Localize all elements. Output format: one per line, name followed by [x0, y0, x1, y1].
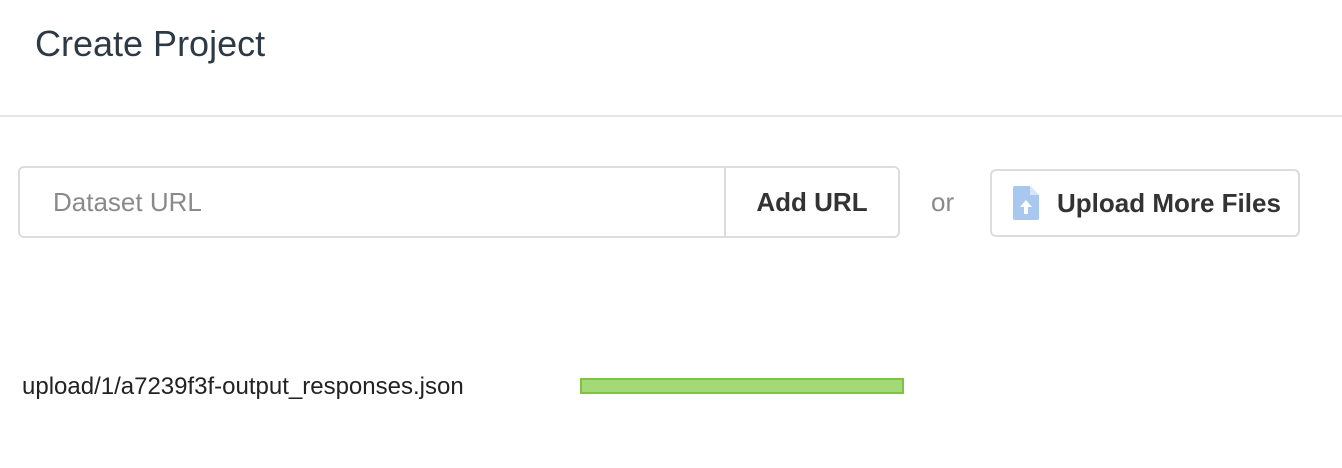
or-separator: or — [931, 187, 955, 217]
dataset-url-input[interactable] — [20, 168, 724, 236]
page-title: Create Project — [35, 23, 266, 64]
page-header: Create Project — [0, 0, 1342, 117]
upload-more-files-label: Upload More Files — [1057, 187, 1281, 218]
file-row: upload/1/a7239f3f-output_responses.json — [22, 370, 922, 404]
add-url-button[interactable]: Add URL — [724, 168, 898, 236]
upload-progress-fill — [580, 378, 904, 394]
file-upload-icon — [1013, 186, 1039, 220]
file-name: upload/1/a7239f3f-output_responses.json — [22, 373, 464, 400]
dataset-url-group: Add URL — [18, 166, 900, 238]
upload-more-files-button[interactable]: Upload More Files — [990, 169, 1300, 237]
upload-progress-bar — [580, 378, 904, 394]
